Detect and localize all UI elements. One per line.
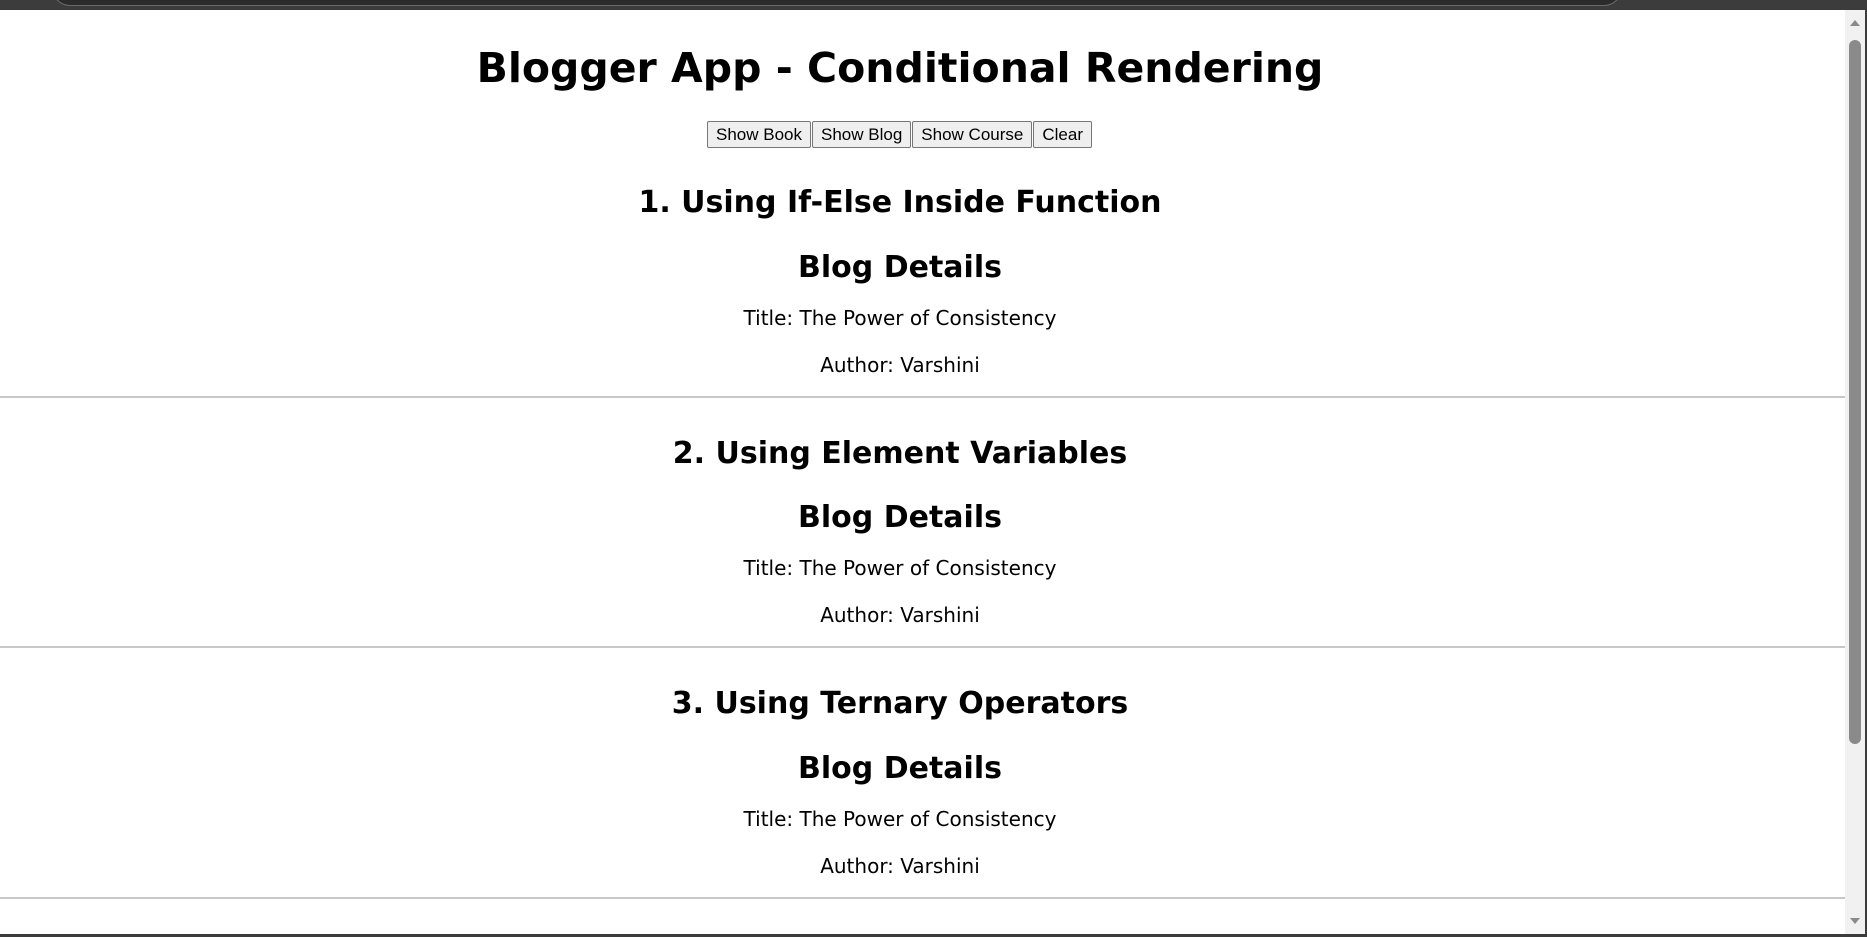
section-divider	[0, 646, 1845, 648]
browser-top-bar	[0, 0, 1867, 10]
show-book-button[interactable]: Show Book	[707, 121, 812, 148]
section-divider	[0, 897, 1845, 899]
blog-author-text: Author: Varshini	[820, 603, 980, 627]
address-bar[interactable]	[52, 0, 1622, 6]
button-row: Show Book Show Blog Show Course Clear	[0, 121, 1800, 148]
blog-title-text: Title: The Power of Consistency	[743, 556, 1057, 580]
blog-author-text: Author: Varshini	[820, 353, 980, 377]
blog-details-heading: Blog Details	[798, 500, 1002, 535]
scroll-down-icon[interactable]	[1850, 918, 1860, 924]
vertical-scrollbar[interactable]	[1845, 10, 1865, 934]
section-heading-if-else: 1. Using If-Else Inside Function	[638, 185, 1162, 220]
blog-author-text: Author: Varshini	[820, 854, 980, 878]
show-blog-button[interactable]: Show Blog	[812, 121, 912, 148]
show-course-button[interactable]: Show Course	[912, 121, 1033, 148]
section-heading-element-variables: 2. Using Element Variables	[672, 436, 1128, 471]
scroll-up-icon[interactable]	[1850, 20, 1860, 26]
clear-button[interactable]: Clear	[1033, 121, 1092, 148]
section-divider	[0, 396, 1845, 398]
page-viewport: Blogger App - Conditional Rendering Show…	[0, 10, 1845, 934]
blog-title-text: Title: The Power of Consistency	[743, 306, 1057, 330]
page-title: Blogger App - Conditional Rendering	[476, 44, 1324, 92]
blog-title-text: Title: The Power of Consistency	[743, 807, 1057, 831]
blog-details-heading: Blog Details	[798, 751, 1002, 786]
section-heading-ternary: 3. Using Ternary Operators	[671, 686, 1129, 721]
blog-details-heading: Blog Details	[798, 250, 1002, 285]
scroll-thumb[interactable]	[1849, 40, 1861, 744]
